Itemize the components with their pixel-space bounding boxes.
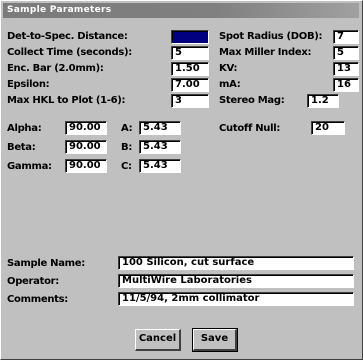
beta-field[interactable]: 90.00 — [65, 140, 107, 154]
sample-name-label: Sample Name: — [7, 258, 85, 269]
sample-name-field[interactable]: 100 Silicon, cut surface — [118, 256, 354, 270]
a-label: A: — [121, 123, 133, 134]
cancel-button[interactable]: Cancel — [135, 329, 181, 351]
max-hkl-label: Max HKL to Plot (1-6): — [7, 95, 126, 106]
dialog-title: Sample Parameters — [7, 5, 112, 15]
c-label: C: — [121, 161, 132, 172]
epsilon-label: Epsilon: — [7, 79, 50, 90]
operator-field[interactable]: MultiWire Laboratories — [118, 274, 354, 288]
alpha-label: Alpha: — [7, 123, 42, 134]
comments-field[interactable]: 11/5/94, 2mm collimator — [118, 292, 354, 306]
b-field[interactable]: 5.43 — [139, 140, 181, 154]
epsilon-field[interactable]: 7.00 — [171, 78, 209, 92]
comments-label: Comments: — [7, 294, 68, 305]
spot-radius-field[interactable]: 7 — [333, 30, 359, 44]
b-label: B: — [121, 142, 133, 153]
enc-bar-field[interactable]: 1.50 — [171, 62, 209, 76]
collect-time-label: Collect Time (seconds): — [7, 47, 132, 58]
max-hkl-field[interactable]: 3 — [171, 94, 209, 108]
ma-field[interactable]: 16 — [333, 78, 359, 92]
max-miller-label: Max Miller Index: — [219, 47, 312, 58]
c-field[interactable]: 5.43 — [139, 159, 181, 173]
stereo-mag-label: Stereo Mag: — [219, 95, 285, 106]
cutoff-null-field[interactable]: 20 — [311, 121, 345, 135]
kv-label: KV: — [219, 63, 238, 74]
alpha-field[interactable]: 90.00 — [65, 121, 107, 135]
stereo-mag-field[interactable]: 1.2 — [307, 94, 339, 108]
collect-time-field[interactable]: 5 — [171, 46, 209, 60]
det-to-spec-distance-field[interactable] — [171, 30, 209, 44]
beta-label: Beta: — [7, 142, 36, 153]
operator-label: Operator: — [7, 276, 60, 287]
a-field[interactable]: 5.43 — [139, 121, 181, 135]
enc-bar-label: Enc. Bar (2.0mm): — [7, 63, 104, 74]
det-to-spec-distance-label: Det-to-Spec. Distance: — [7, 31, 128, 42]
sample-parameters-dialog: Sample Parameters Det-to-Spec. Distance:… — [0, 0, 363, 360]
gamma-field[interactable]: 90.00 — [65, 159, 107, 173]
gamma-label: Gamma: — [7, 161, 52, 172]
kv-field[interactable]: 13 — [333, 62, 359, 76]
spot-radius-label: Spot Radius (DOB): — [219, 31, 323, 42]
cutoff-null-label: Cutoff Null: — [219, 123, 281, 134]
save-button[interactable]: Save — [192, 328, 238, 352]
title-bar[interactable]: Sample Parameters — [3, 3, 359, 18]
ma-label: mA: — [219, 79, 241, 90]
max-miller-field[interactable]: 5 — [333, 46, 359, 60]
